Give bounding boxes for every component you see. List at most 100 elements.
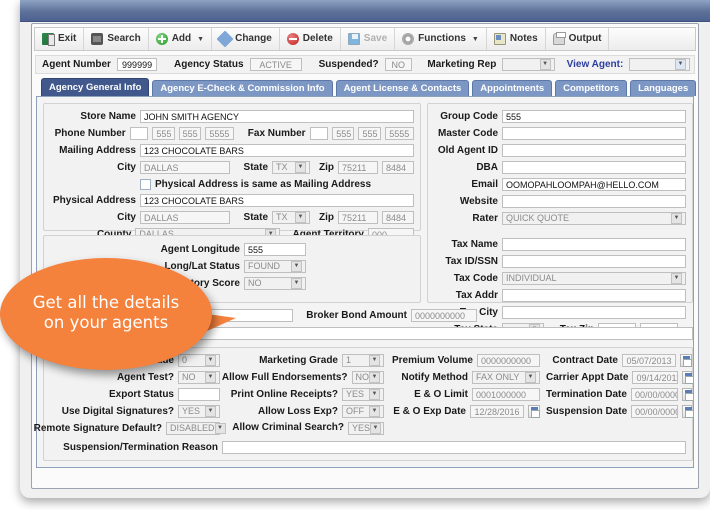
contract-date-label: Contract Date [552, 355, 618, 366]
print-online-receipts-label: Print Online Receipts? [230, 389, 338, 400]
calendar-icon[interactable] [681, 405, 695, 418]
eo-limit-label: E & O Limit [414, 389, 468, 400]
allow-criminal-search-select[interactable]: YES ▼ [348, 422, 384, 435]
suspension-date-field[interactable]: 00/00/0000 [631, 405, 678, 418]
tab-appointments[interactable]: Appointments [472, 80, 553, 96]
view-agent-select[interactable]: ▼ [629, 58, 691, 71]
calendar-icon[interactable] [681, 388, 695, 401]
phone-part-4[interactable]: 5555 [204, 127, 235, 140]
print-online-receipts-select[interactable]: YES ▼ [342, 388, 384, 401]
exit-button[interactable]: Exit [35, 28, 85, 50]
mailing-address-label: Mailing Address [59, 145, 136, 156]
output-button[interactable]: Output [546, 28, 610, 50]
gear-icon [402, 33, 415, 45]
underwriting-grade-label: Underwriting Grade [80, 355, 174, 366]
master-code-field[interactable] [502, 127, 686, 140]
mailing-zip-field[interactable]: 75211 [338, 161, 378, 174]
mailing-state-select[interactable]: TX ▼ [272, 161, 310, 174]
tax-code-select[interactable]: INDIVIDUAL ▼ [502, 272, 686, 285]
rater-select[interactable]: QUICK QUOTE ▼ [502, 212, 686, 225]
contract-date-field[interactable]: 05/07/2013 [622, 354, 676, 367]
phone-part-3[interactable]: 555 [178, 127, 201, 140]
termination-date-field[interactable]: 00/00/0000 [630, 388, 678, 401]
add-button[interactable]: Add ▼ [149, 28, 213, 50]
suspension-termination-reason-field[interactable] [222, 441, 686, 454]
notes-icon [493, 33, 506, 45]
tax-id-ssn-field[interactable] [502, 255, 686, 268]
agent-longitude-field[interactable]: 555 [244, 243, 306, 256]
agent-test-select[interactable]: NO ▼ [178, 371, 220, 384]
tax-name-field[interactable] [502, 238, 686, 251]
mailing-city-field[interactable]: DALLAS [140, 161, 230, 174]
calendar-icon[interactable] [681, 371, 695, 384]
window-title-bar [20, 0, 710, 22]
phone-part-2[interactable]: 555 [152, 127, 175, 140]
longlat-status-value: FOUND [248, 261, 280, 271]
mailing-zip4-field[interactable]: 8484 [382, 161, 414, 174]
master-code-label: Master Code [437, 128, 498, 139]
broker-bond-row: Broker Bond Amount 0000000000 [43, 309, 693, 322]
marketing-rep-select[interactable]: ▼ [502, 58, 555, 71]
eo-limit-field[interactable]: 0001000000 [472, 388, 540, 401]
remote-signature-default-select[interactable]: DISABLED ▼ [166, 422, 226, 435]
dba-field[interactable] [502, 161, 686, 174]
functions-button[interactable]: Functions ▼ [395, 28, 487, 50]
save-button-label: Save [363, 33, 388, 44]
calendar-icon[interactable] [680, 354, 692, 367]
carrier-appt-date-field[interactable]: 09/14/2011 [632, 371, 678, 384]
calendar-icon[interactable] [528, 405, 540, 418]
eo-exp-date-label: E & O Exp Date [393, 406, 466, 417]
old-agent-id-field[interactable] [502, 144, 686, 157]
tab-competitors[interactable]: Competitors [555, 80, 628, 96]
physical-address-field[interactable]: 123 CHOCOLATE BARS [140, 194, 414, 207]
notes-button[interactable]: Notes [487, 28, 546, 50]
physical-zip-field[interactable]: 75211 [338, 211, 378, 224]
tab-agency-echeck-commission-info[interactable]: Agency E-Check & Commission Info [152, 80, 333, 96]
bond-left-field[interactable] [43, 309, 293, 322]
tab-agency-general-info[interactable]: Agency General Info [41, 78, 150, 96]
phone-part-1[interactable] [129, 127, 149, 140]
broker-bond-amount-field[interactable]: 0000000000 [411, 309, 477, 322]
save-icon [347, 33, 360, 45]
email-field[interactable]: OOMOPAHLOOMPAH@HELLO.COM [502, 178, 686, 191]
longlat-status-select[interactable]: FOUND ▼ [244, 260, 306, 273]
change-button[interactable]: Change [212, 28, 280, 50]
vehicle-history-score-select[interactable]: NO ▼ [244, 277, 306, 290]
fax-part-1[interactable] [309, 127, 329, 140]
delete-button[interactable]: Delete [280, 28, 341, 50]
store-name-field[interactable]: JOHN SMITH AGENCY [140, 110, 414, 123]
export-status-field[interactable] [178, 388, 220, 401]
notes-button-label: Notes [509, 33, 538, 44]
allow-full-endorsements-select[interactable]: NO ▼ [351, 371, 384, 384]
tax-addr-field[interactable] [502, 289, 686, 302]
physical-zip4-field[interactable]: 8484 [382, 211, 414, 224]
agent-number-field[interactable]: 999999 [116, 58, 158, 71]
fax-part-3[interactable]: 555 [358, 127, 381, 140]
view-agent-label: View Agent: [566, 59, 624, 70]
physical-state-select[interactable]: TX ▼ [272, 211, 310, 224]
website-field[interactable] [502, 195, 686, 208]
physical-state-label: State [243, 212, 268, 223]
group-code-field[interactable]: 555 [502, 110, 686, 123]
chevron-down-icon: ▼ [369, 372, 380, 383]
fax-part-4[interactable]: 5555 [384, 127, 414, 140]
notify-method-select[interactable]: FAX ONLY ▼ [472, 371, 540, 384]
search-button[interactable]: Search [84, 28, 149, 50]
tab-agent-license-contacts[interactable]: Agent License & Contacts [335, 80, 470, 96]
mailing-address-field[interactable]: 123 CHOCOLATE BARS [140, 144, 414, 157]
notify-method-label: Notify Method [401, 372, 468, 383]
allow-loss-exp-select[interactable]: OFF ▼ [342, 405, 384, 418]
functions-button-label: Functions [418, 33, 466, 44]
tab-languages[interactable]: Languages [630, 80, 697, 96]
physical-city-field[interactable]: DALLAS [140, 211, 230, 224]
bond-secondary-field[interactable] [43, 327, 693, 340]
eo-exp-date-field[interactable]: 12/28/2016 [470, 405, 524, 418]
use-digital-signatures-select[interactable]: YES ▼ [178, 405, 220, 418]
underwriting-grade-select[interactable]: 0 ▼ [178, 354, 220, 367]
suspended-field: NO [384, 58, 412, 71]
premium-volume-field[interactable]: 0000000000 [476, 354, 540, 367]
same-address-checkbox[interactable] [140, 179, 151, 190]
marketing-rep-label: Marketing Rep [427, 59, 497, 70]
marketing-grade-select[interactable]: 1 ▼ [342, 354, 384, 367]
fax-part-2[interactable]: 555 [332, 127, 355, 140]
